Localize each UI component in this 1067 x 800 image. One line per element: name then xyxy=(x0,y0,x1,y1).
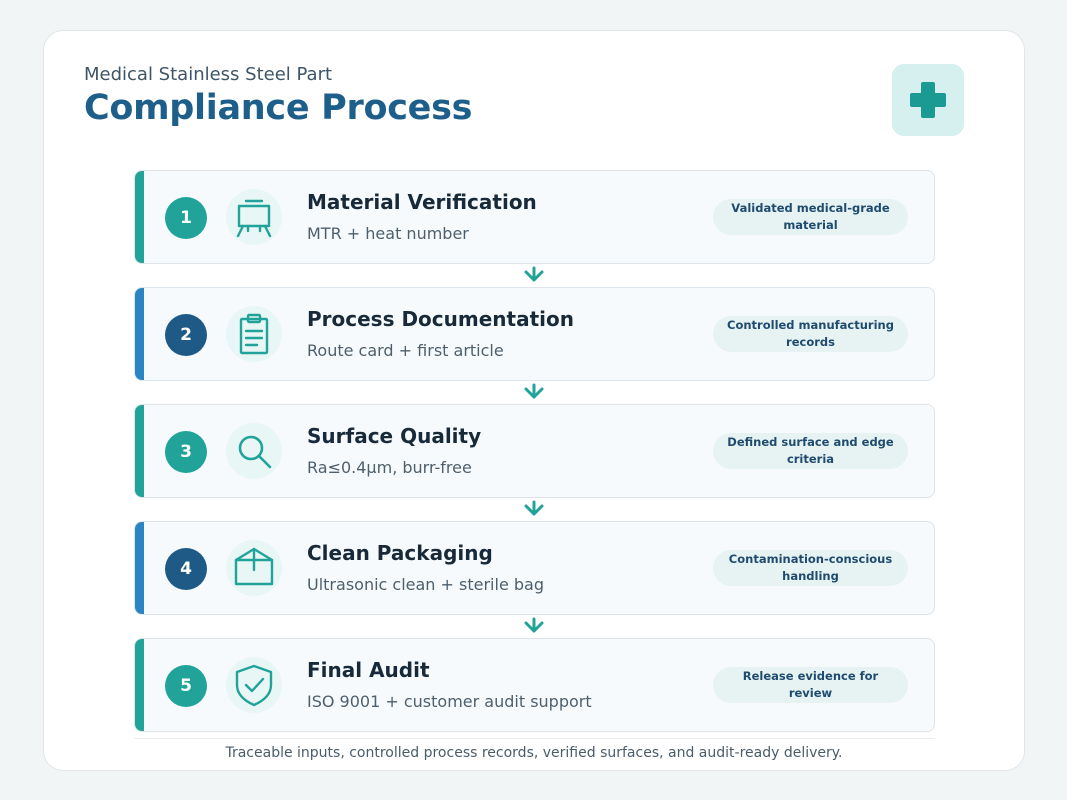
step-title: Final Audit xyxy=(307,658,430,682)
process-card: Medical Stainless Steel Part Compliance … xyxy=(43,30,1025,771)
magnifier-icon xyxy=(238,435,272,469)
step-icon-circle xyxy=(226,306,282,362)
step-accent-bar xyxy=(135,639,144,731)
step-description: Ra≤0.4μm, burr-free xyxy=(307,458,472,477)
easel-board-icon xyxy=(236,199,272,238)
step-number-badge: 2 xyxy=(165,314,207,356)
step-description: MTR + heat number xyxy=(307,224,469,243)
step-accent-bar xyxy=(135,288,144,380)
step-description: Route card + first article xyxy=(307,341,504,360)
page-subtitle: Medical Stainless Steel Part xyxy=(84,64,333,85)
step-number-badge: 4 xyxy=(165,548,207,590)
step-description: Ultrasonic clean + sterile bag xyxy=(307,575,544,594)
medical-cross-icon xyxy=(910,82,946,118)
chevron-down-icon xyxy=(524,383,544,399)
chevron-down-icon xyxy=(524,266,544,282)
step-accent-bar xyxy=(135,522,144,614)
shield-check-icon xyxy=(235,664,273,707)
chevron-down-icon xyxy=(524,500,544,516)
step-icon-circle xyxy=(226,657,282,713)
footer-note: Traceable inputs, controlled process rec… xyxy=(225,745,843,761)
step-icon-circle xyxy=(226,540,282,596)
step-number-badge: 3 xyxy=(165,431,207,473)
step-clean-packaging: 4 Clean Packaging Ultrasonic clean + ste… xyxy=(134,521,935,615)
step-icon-circle xyxy=(226,423,282,479)
step-surface-quality: 3 Surface Quality Ra≤0.4μm, burr-free De… xyxy=(134,404,935,498)
page-title: Compliance Process xyxy=(84,88,473,128)
step-title: Surface Quality xyxy=(307,424,482,448)
step-icon-circle xyxy=(226,189,282,245)
medical-badge xyxy=(892,64,964,136)
box-icon xyxy=(234,547,274,586)
step-description: ISO 9001 + customer audit support xyxy=(307,692,592,711)
step-process-documentation: 2 Process Documentation Route card + fir… xyxy=(134,287,935,381)
step-final-audit: 5 Final Audit ISO 9001 + customer audit … xyxy=(134,638,935,732)
step-number-badge: 5 xyxy=(165,665,207,707)
chevron-down-icon xyxy=(524,617,544,633)
footer-divider xyxy=(134,738,935,739)
step-outcome-pill: Controlled manufacturing records xyxy=(713,316,908,352)
step-number-badge: 1 xyxy=(165,197,207,239)
step-title: Clean Packaging xyxy=(307,541,493,565)
step-title: Material Verification xyxy=(307,190,537,214)
clipboard-icon xyxy=(239,313,269,355)
step-accent-bar xyxy=(135,405,144,497)
step-outcome-pill: Validated medical-grade material xyxy=(713,199,908,235)
step-accent-bar xyxy=(135,171,144,263)
step-material-verification: 1 Material Verification MTR + heat numbe… xyxy=(134,170,935,264)
step-outcome-pill: Defined surface and edge criteria xyxy=(713,433,908,469)
step-outcome-pill: Release evidence for review xyxy=(713,667,908,703)
step-outcome-pill: Contamination-conscious handling xyxy=(713,550,908,586)
step-title: Process Documentation xyxy=(307,307,574,331)
